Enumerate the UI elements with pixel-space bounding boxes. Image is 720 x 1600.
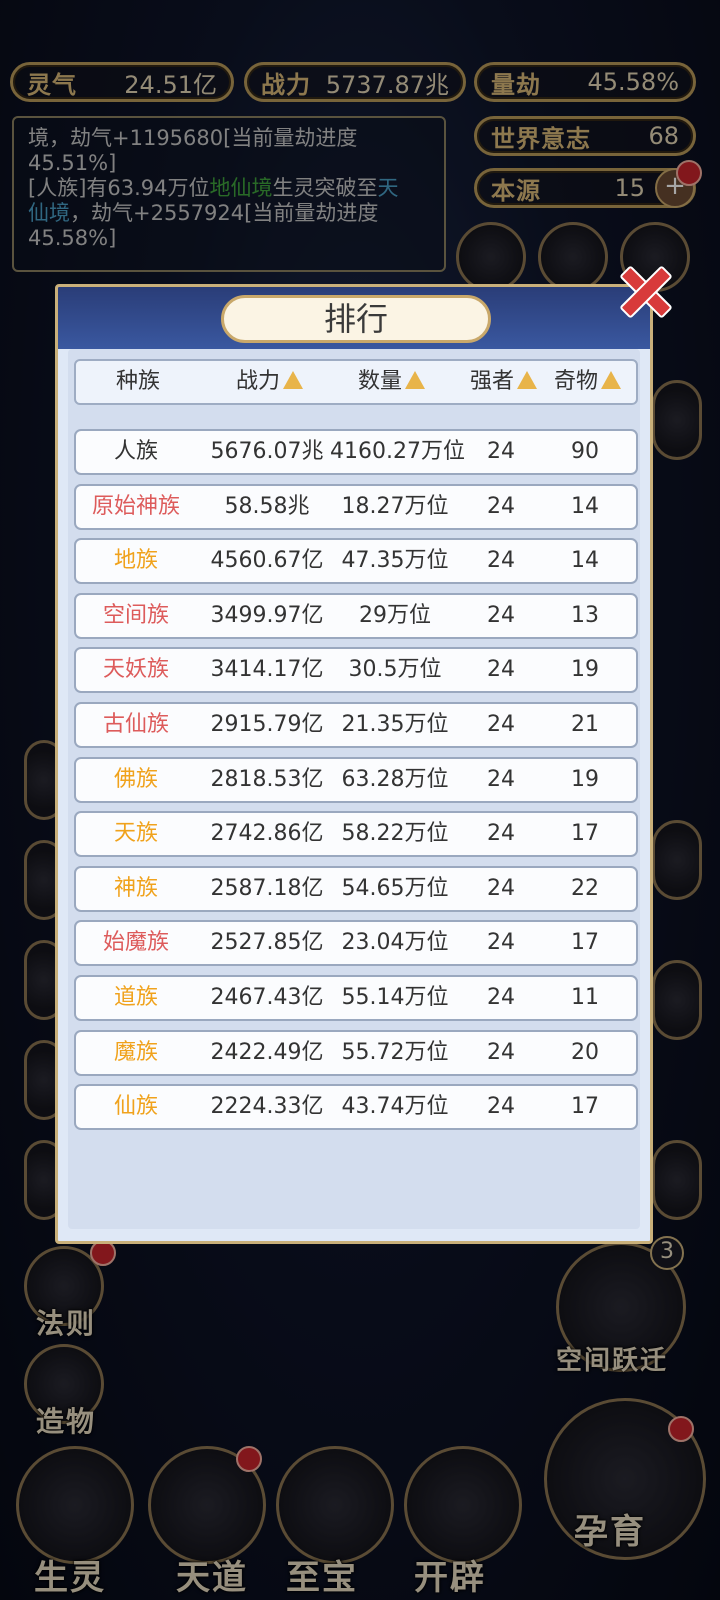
strong-value: 24 [487,602,515,628]
strong-value: 24 [487,548,515,574]
items-value: 90 [571,439,599,464]
strong-value: 24 [487,985,515,1010]
items-value: 19 [571,657,599,683]
power-value: 58.58兆 [224,493,310,519]
race-name: 仙族 [113,1094,158,1120]
strong-value: 24 [487,821,515,847]
race-name: 佛族 [113,766,158,792]
strong-value: 24 [487,875,515,901]
power-value: 2818.53亿 [210,766,324,792]
count-value: 23.04万位 [341,930,449,956]
race-name: 原始神族 [91,493,180,519]
items-value: 17 [571,821,599,847]
strong-value: 24 [487,439,515,464]
power-value: 2224.33亿 [210,1094,324,1120]
power-value: 2587.18亿 [210,875,324,901]
race-name: 天妖族 [102,657,169,683]
count-value: 43.74万位 [341,1094,449,1120]
sort-arrow-icon [601,371,622,389]
header-count-sort[interactable]: 数量 [358,361,426,403]
power-value: 4560.67亿 [210,548,324,574]
race-name: 魔族 [113,1039,158,1065]
count-value: 55.72万位 [341,1039,449,1065]
power-value: 2467.43亿 [210,985,324,1010]
items-value: 17 [571,1094,599,1120]
count-value: 30.5万位 [348,657,442,683]
table-header: 种族 战力 数量 强者 奇物 [74,359,638,405]
strong-value: 24 [487,1094,515,1120]
power-value: 2915.79亿 [210,712,324,737]
items-value: 20 [571,1039,599,1065]
power-value: 3499.97亿 [210,602,324,628]
table-row[interactable]: 人族 5676.07兆 4160.27万位 24 90 [74,429,638,475]
strong-value: 24 [487,1039,515,1065]
sort-arrow-icon [283,371,304,389]
items-value: 17 [571,930,599,956]
count-value: 55.14万位 [341,985,449,1010]
count-value: 21.35万位 [341,712,449,737]
items-value: 19 [571,766,599,792]
race-name: 神族 [113,875,158,901]
race-name: 道族 [113,985,158,1010]
sort-arrow-icon [405,371,426,389]
race-name: 天族 [113,821,158,847]
strong-value: 24 [487,766,515,792]
power-value: 2422.49亿 [210,1039,324,1065]
strong-value: 24 [487,930,515,956]
table-row[interactable]: 佛族 2818.53亿 63.28万位 24 19 [74,756,638,803]
table-row[interactable]: 天族 2742.86亿 58.22万位 24 17 [74,811,638,858]
table-row[interactable]: 古仙族 2915.79亿 21.35万位 24 21 [74,702,638,748]
count-value: 4160.27万位 [330,439,465,464]
table-row[interactable]: 地族 4560.67亿 47.35万位 24 14 [74,538,638,585]
race-name: 空间族 [102,602,169,628]
count-value: 63.28万位 [341,766,449,792]
count-value: 18.27万位 [341,493,449,519]
header-strong-sort[interactable]: 强者 [470,361,538,403]
strong-value: 24 [487,657,515,683]
items-value: 14 [571,548,599,574]
power-value: 2527.85亿 [210,930,324,956]
items-value: 13 [571,602,599,628]
table-row[interactable]: 空间族 3499.97亿 29万位 24 13 [74,592,638,639]
count-value: 29万位 [359,602,431,628]
table-row[interactable]: 天妖族 3414.17亿 30.5万位 24 19 [74,647,638,694]
items-value: 14 [571,493,599,519]
header-power-sort[interactable]: 战力 [236,361,304,403]
header-race: 种族 [116,369,161,394]
table-row[interactable]: 仙族 2224.33亿 43.74万位 24 17 [74,1084,638,1131]
table-row[interactable]: 始魔族 2527.85亿 23.04万位 24 17 [74,920,638,967]
strong-value: 24 [487,493,515,519]
table-row[interactable]: 魔族 2422.49亿 55.72万位 24 20 [74,1029,638,1076]
modal-title: 排行 [221,295,491,343]
race-name: 人族 [113,439,158,464]
header-items-sort[interactable]: 奇物 [554,361,622,403]
race-name: 始魔族 [102,930,169,956]
race-name: 地族 [113,548,158,574]
table-row[interactable]: 神族 2587.18亿 54.65万位 24 22 [74,865,638,912]
power-value: 5676.07兆 [210,439,324,464]
table-row[interactable]: 原始神族 58.58兆 18.27万位 24 14 [74,483,638,530]
count-value: 47.35万位 [341,548,449,574]
race-name: 古仙族 [102,712,169,737]
power-value: 3414.17亿 [210,657,324,683]
power-value: 2742.86亿 [210,821,324,847]
items-value: 22 [571,875,599,901]
count-value: 58.22万位 [341,821,449,847]
strong-value: 24 [487,712,515,737]
ranking-modal: 排行 种族 战力 数量 强者 奇物 人族 5676.07兆 4160.27万位 24 9… [55,284,653,1244]
items-value: 21 [571,712,599,737]
count-value: 54.65万位 [341,875,449,901]
sort-arrow-icon [517,371,538,389]
table-row[interactable]: 道族 2467.43亿 55.14万位 24 11 [74,975,638,1021]
items-value: 11 [571,985,599,1010]
close-icon[interactable] [612,258,673,319]
